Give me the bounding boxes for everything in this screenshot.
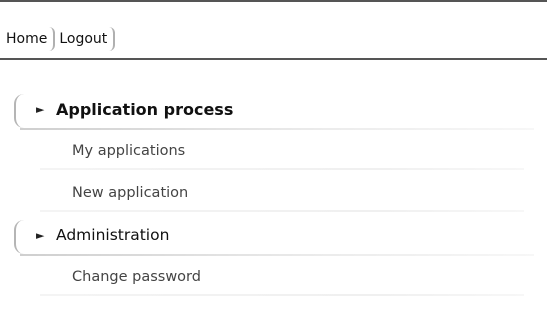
section-administration[interactable]: ► Administration	[14, 214, 534, 256]
expand-arrow-icon: ►	[36, 228, 45, 242]
side-menu: ► Application process My applications Ne…	[14, 88, 534, 298]
menu-item-my-applications[interactable]: My applications	[14, 130, 534, 172]
expand-arrow-icon: ►	[36, 102, 45, 116]
section-application-process[interactable]: ► Application process	[14, 88, 534, 130]
top-bar-divider	[0, 58, 547, 60]
section-title-administration: Administration	[56, 226, 170, 244]
home-link[interactable]: Home	[6, 26, 56, 52]
logout-link[interactable]: Logout	[59, 26, 116, 52]
section-title-application-process: Application process	[56, 99, 234, 119]
top-navigation: Home Logout	[6, 26, 119, 52]
menu-item-new-application[interactable]: New application	[14, 172, 534, 214]
menu-item-change-password[interactable]: Change password	[14, 256, 534, 298]
top-bar: Home Logout	[0, 0, 547, 60]
